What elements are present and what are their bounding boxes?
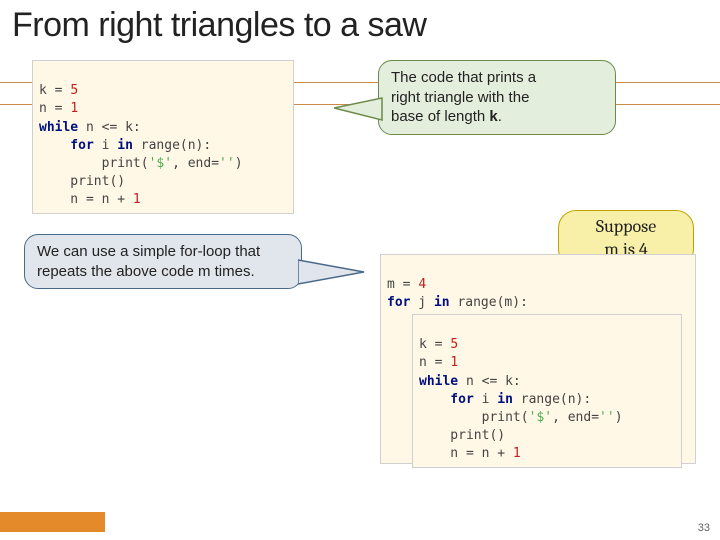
code-block-triangle: k = 5 n = 1 while n <= k: for i in range… <box>32 60 294 214</box>
callout-triangle-desc: The code that prints a right triangle wi… <box>378 60 616 135</box>
callout-line1: Suppose <box>575 215 677 238</box>
callout-for-loop: We can use a simple for-loop that repeat… <box>24 234 302 289</box>
page-number: 33 <box>698 522 710 534</box>
callout-text: The code that prints a right triangle wi… <box>391 69 536 125</box>
footer-accent <box>0 512 105 532</box>
callout-bold-k: k <box>489 108 497 125</box>
callout-tail <box>334 96 384 126</box>
slide-title: From right triangles to a saw <box>0 0 720 49</box>
callout-text: We can use a simple for-loop that repeat… <box>37 243 260 280</box>
callout-tail <box>298 256 368 288</box>
code-block-inner: k = 5 n = 1 while n <= k: for i in range… <box>412 314 682 468</box>
